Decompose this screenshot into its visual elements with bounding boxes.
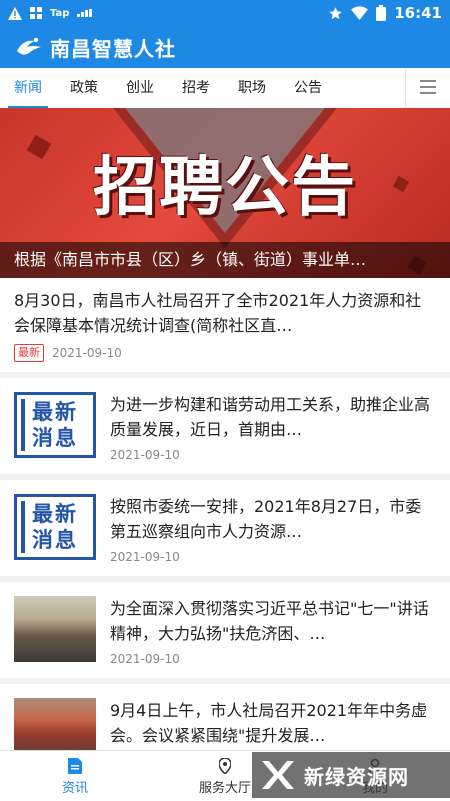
nav-label: 服务大厅 xyxy=(198,780,251,796)
status-bar: Tap 16:41 xyxy=(0,0,450,26)
watermark: 新绿资源网 xyxy=(252,752,450,798)
hamburger-menu-icon xyxy=(420,79,436,98)
news-title: 9月4日上午，市人社局召开2021年年中务虚会。会议紧紧围绕"提升发展… xyxy=(110,701,428,745)
signal-small-icon xyxy=(77,9,93,17)
tab-exams[interactable]: 招考 xyxy=(168,68,224,108)
news-icon xyxy=(66,757,84,775)
tab-entrepreneurship[interactable]: 创业 xyxy=(112,68,168,108)
list-item[interactable]: 8月30日，南昌市人社局召开了全市2021年人力资源和社会保障基本情况统计调查(… xyxy=(0,278,450,378)
app-title: 南昌智慧人社 xyxy=(50,36,176,61)
tab-news[interactable]: 新闻 xyxy=(0,68,56,108)
list-item[interactable]: 为全面深入贯彻落实习近平总书记"七一"讲话精神，大力弘扬"扶危济困、… 2021… xyxy=(0,582,450,684)
news-body: 为进一步构建和谐劳动用工关系，助推企业高质量发展，近日，首期由… 2021-09… xyxy=(110,392,436,474)
news-thumbnail: 最新 消息 xyxy=(14,494,96,560)
news-title: 为全面深入贯彻落实习近平总书记"七一"讲话精神，大力弘扬"扶危济困、… xyxy=(110,599,429,643)
banner-caption: 根据《南昌市市县（区）乡（镇、街道）事业单… xyxy=(0,242,450,278)
tab-policy[interactable]: 政策 xyxy=(56,68,112,108)
tap-icon: Tap xyxy=(50,7,70,19)
tab-announcements[interactable]: 公告 xyxy=(280,68,336,108)
news-thumbnail: 最新 消息 xyxy=(14,392,96,458)
watermark-text: 新绿资源网 xyxy=(304,764,409,789)
news-list: 8月30日，南昌市人社局召开了全市2021年人力资源和社会保障基本情况统计调查(… xyxy=(0,278,450,786)
category-tabs: 新闻 政策 创业 招考 职场 公告 xyxy=(0,68,450,109)
nav-news[interactable]: 资讯 xyxy=(0,751,150,801)
status-left: Tap xyxy=(0,6,93,20)
nav-label: 资讯 xyxy=(61,780,88,796)
tab-workplace[interactable]: 职场 xyxy=(224,68,280,108)
news-meta: 最新 2021-09-10 xyxy=(14,344,436,362)
news-date: 2021-09-10 xyxy=(110,550,180,564)
banner-headline: 招聘公告 xyxy=(93,151,357,225)
tab-menu-button[interactable] xyxy=(405,68,450,108)
news-title: 为进一步构建和谐劳动用工关系，助推企业高质量发展，近日，首期由… xyxy=(110,395,431,439)
watermark-logo-icon xyxy=(258,755,298,795)
recruitment-banner[interactable]: 招聘公告 根据《南昌市市县（区）乡（镇、街道）事业单… xyxy=(0,108,450,278)
thumb-text-line: 消息 xyxy=(32,528,78,552)
list-item[interactable]: 最新 消息 为进一步构建和谐劳动用工关系，助推企业高质量发展，近日，首期由… 2… xyxy=(0,378,450,480)
thumb-text-line: 消息 xyxy=(32,426,78,450)
news-date: 2021-09-10 xyxy=(52,346,122,360)
news-date: 2021-09-10 xyxy=(110,448,180,462)
list-item[interactable]: 最新 消息 按照市委统一安排，2021年8月27日，市委第五巡察组向市人力资源…… xyxy=(0,480,450,582)
thumb-text-line: 最新 xyxy=(32,502,78,526)
location-icon xyxy=(216,757,234,775)
grid-icon xyxy=(30,7,42,19)
news-title: 按照市委统一安排，2021年8月27日，市委第五巡察组向市人力资源… xyxy=(110,497,422,541)
news-date: 2021-09-10 xyxy=(110,652,180,666)
app-header: 南昌智慧人社 xyxy=(0,26,450,68)
news-photo-thumbnail xyxy=(14,596,96,662)
status-right: 16:41 xyxy=(328,4,450,22)
warning-icon xyxy=(8,6,22,20)
thumb-text-line: 最新 xyxy=(32,400,78,424)
news-body: 按照市委统一安排，2021年8月27日，市委第五巡察组向市人力资源… 2021-… xyxy=(110,494,436,576)
news-body: 为全面深入贯彻落实习近平总书记"七一"讲话精神，大力弘扬"扶危济困、… 2021… xyxy=(110,596,436,678)
new-badge: 最新 xyxy=(14,344,44,362)
wifi-icon xyxy=(351,6,369,20)
star-icon xyxy=(328,6,343,21)
app-logo-icon xyxy=(14,32,44,62)
news-title: 8月30日，南昌市人社局召开了全市2021年人力资源和社会保障基本情况统计调查(… xyxy=(14,291,422,335)
battery-icon xyxy=(376,5,387,21)
status-time: 16:41 xyxy=(394,4,442,22)
